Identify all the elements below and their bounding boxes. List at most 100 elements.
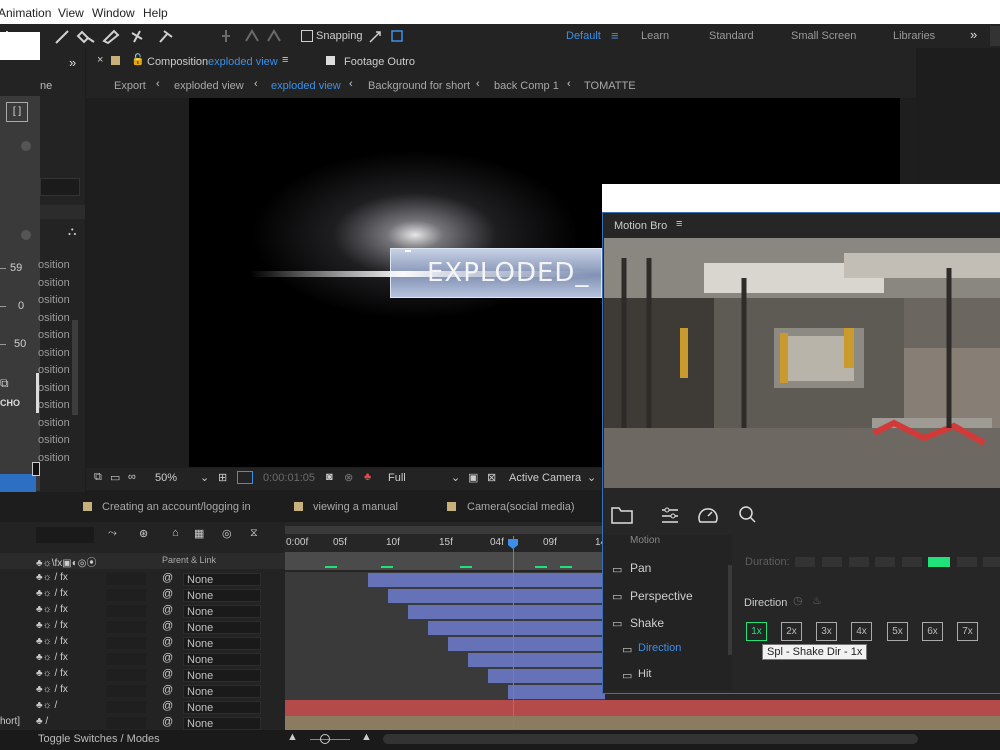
category-pan[interactable]: Pan bbox=[630, 561, 651, 575]
snap-option-icons[interactable] bbox=[368, 28, 408, 44]
layer-switches[interactable]: ♣☼ / bbox=[36, 700, 57, 711]
list-item[interactable]: osition bbox=[38, 382, 70, 394]
list-item[interactable]: osition bbox=[38, 417, 70, 429]
pickwhip-icon[interactable]: @ bbox=[162, 716, 173, 728]
preset-preview-image[interactable] bbox=[604, 238, 1000, 488]
keyframe-dot-icon[interactable] bbox=[21, 141, 31, 151]
list-item[interactable]: osition bbox=[38, 452, 70, 464]
layer-mode-cells[interactable] bbox=[106, 669, 146, 681]
marker[interactable] bbox=[381, 566, 393, 568]
menu-window[interactable]: Window bbox=[92, 6, 135, 20]
panel-expand-icon[interactable]: » bbox=[69, 55, 76, 70]
partial-category[interactable]: Motion bbox=[630, 535, 660, 543]
layer-mode-cells[interactable] bbox=[106, 589, 146, 601]
color-channels-icon[interactable]: ♣ bbox=[364, 471, 371, 483]
parent-select[interactable]: None bbox=[183, 621, 261, 634]
breadcrumb-item-active[interactable]: exploded view bbox=[271, 80, 341, 92]
layer-name[interactable]: hort] bbox=[0, 716, 20, 727]
layer-mode-cells[interactable] bbox=[106, 621, 146, 633]
footage-tab[interactable]: Footage Outro bbox=[344, 56, 415, 68]
frame-blending-icon[interactable]: ▦ bbox=[194, 527, 204, 540]
category-perspective[interactable]: Perspective bbox=[630, 589, 693, 603]
workspace-learn[interactable]: Learn bbox=[641, 30, 669, 42]
list-item[interactable]: osition bbox=[38, 294, 70, 306]
parent-select[interactable]: None bbox=[183, 637, 261, 650]
layer-mode-cells[interactable] bbox=[106, 685, 146, 697]
layer-switches[interactable]: ♣☼ / fx bbox=[36, 588, 68, 599]
zoom-out-icon[interactable]: ▲ bbox=[287, 731, 298, 743]
solid-layer-bar[interactable] bbox=[285, 700, 1000, 716]
workspace-standard[interactable]: Standard bbox=[709, 30, 754, 42]
chevron-down-icon[interactable]: ⌄ bbox=[451, 471, 460, 484]
search-field[interactable] bbox=[40, 178, 80, 196]
parent-select[interactable]: None bbox=[183, 573, 261, 586]
subcategory-hit[interactable]: Hit bbox=[638, 668, 651, 680]
close-tab-icon[interactable]: × bbox=[97, 54, 103, 66]
list-item[interactable]: osition bbox=[38, 277, 70, 289]
toolbar-icons[interactable] bbox=[610, 504, 770, 526]
layer-mode-cells[interactable] bbox=[106, 701, 146, 713]
direction-7x-button[interactable]: 7x bbox=[957, 622, 978, 641]
breadcrumb-item[interactable]: Background for short bbox=[368, 80, 470, 92]
pickwhip-icon[interactable]: @ bbox=[162, 684, 173, 696]
workspace-libraries[interactable]: Libraries bbox=[893, 30, 935, 42]
motion-blur-icon[interactable]: ◎ bbox=[222, 527, 232, 540]
pickwhip-icon[interactable]: @ bbox=[162, 604, 173, 616]
subcategory-direction[interactable]: Direction bbox=[638, 642, 681, 654]
list-item[interactable]: osition bbox=[38, 347, 70, 359]
duration-selector[interactable] bbox=[795, 557, 1000, 567]
search-help-icon[interactable] bbox=[990, 26, 1000, 46]
zoom-slider-handle[interactable] bbox=[320, 734, 330, 744]
pickwhip-icon[interactable]: @ bbox=[162, 652, 173, 664]
crop-region-icon[interactable]: [ ] bbox=[6, 102, 28, 122]
workspace-menu-icon[interactable]: ≡ bbox=[611, 28, 619, 43]
hierarchy-icon[interactable]: ⛬ bbox=[68, 224, 76, 239]
draft-3d-icon[interactable]: ⊛ bbox=[139, 527, 148, 540]
layer-bar[interactable] bbox=[428, 621, 605, 635]
list-item[interactable]: osition bbox=[38, 434, 70, 446]
horizontal-scrollbar[interactable] bbox=[383, 734, 918, 744]
keyframe-dot-icon[interactable] bbox=[21, 230, 31, 240]
layer-switches[interactable]: ♣☼ / fx bbox=[36, 652, 68, 663]
parent-select[interactable]: None bbox=[183, 701, 261, 714]
pickwhip-icon[interactable]: @ bbox=[162, 700, 173, 712]
monitor-icon[interactable]: ▭ bbox=[110, 471, 120, 484]
chevron-down-icon[interactable]: ⌄ bbox=[587, 471, 596, 484]
layer-mode-cells[interactable] bbox=[106, 653, 146, 665]
layer-switches[interactable]: ♣☼ / fx bbox=[36, 684, 68, 695]
layer-bar[interactable] bbox=[368, 573, 605, 587]
direction-5x-button[interactable]: 5x bbox=[887, 622, 908, 641]
lock-icon[interactable]: 🔓 bbox=[131, 53, 145, 66]
table-row[interactable]: ♣☼ / fx @ None bbox=[0, 652, 285, 668]
camera-select[interactable]: Active Camera bbox=[509, 472, 581, 484]
scrollbar[interactable] bbox=[72, 320, 78, 415]
zoom-select[interactable]: 50% bbox=[155, 472, 177, 484]
menu-animation[interactable]: Animation bbox=[0, 6, 51, 20]
layer-bar[interactable] bbox=[448, 637, 605, 651]
layer-switches[interactable]: ♣ / bbox=[36, 716, 48, 727]
pickwhip-icon[interactable]: @ bbox=[162, 620, 173, 632]
workspace-default[interactable]: Default bbox=[566, 30, 601, 42]
breadcrumb-item[interactable]: Export bbox=[114, 80, 146, 92]
direction-4x-button[interactable]: 4x bbox=[851, 622, 872, 641]
copy-icon[interactable]: ⧉ bbox=[0, 376, 9, 391]
marker[interactable] bbox=[560, 566, 572, 568]
tab-menu-icon[interactable]: ≡ bbox=[282, 54, 288, 66]
composition-tab-name[interactable]: exploded view bbox=[208, 56, 278, 68]
parent-select[interactable]: None bbox=[183, 589, 261, 602]
bulb-icon[interactable]: ♨ bbox=[812, 594, 822, 607]
table-row[interactable]: ♣☼ / fx @ None bbox=[0, 588, 285, 604]
workspace-small-screen[interactable]: Small Screen bbox=[791, 30, 856, 42]
layer-mode-cells[interactable] bbox=[106, 605, 146, 617]
menu-view[interactable]: View bbox=[58, 6, 84, 20]
parent-select[interactable]: None bbox=[183, 717, 261, 730]
parent-select[interactable]: None bbox=[183, 605, 261, 618]
list-item[interactable]: osition bbox=[38, 364, 70, 376]
mask-visibility-icon[interactable]: ∞ bbox=[128, 471, 136, 483]
layer-switches[interactable]: ♣☼ / fx bbox=[36, 604, 68, 615]
region-toggle-icon[interactable]: ▣ bbox=[468, 471, 478, 484]
composition-flowchart-icon[interactable]: ⤳ bbox=[108, 527, 117, 540]
selected-strip[interactable] bbox=[0, 474, 36, 492]
composition-tab-prefix[interactable]: Composition bbox=[147, 56, 208, 68]
layer-bar[interactable] bbox=[488, 669, 605, 683]
